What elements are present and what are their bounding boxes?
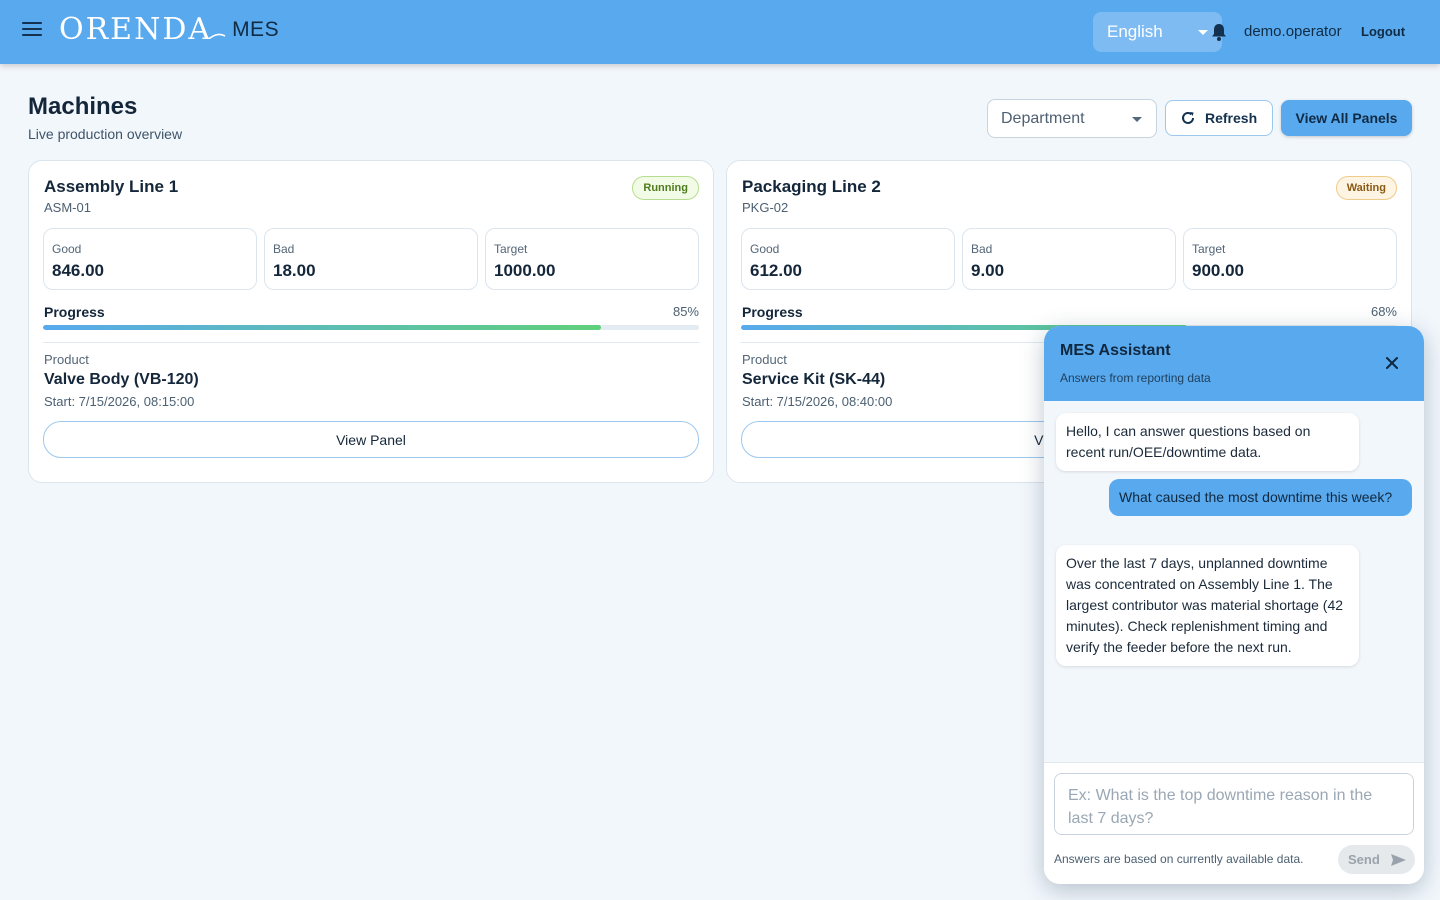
bad-value: 18.00 bbox=[273, 261, 316, 280]
assistant-panel: MES Assistant Answers from reporting dat… bbox=[1044, 326, 1424, 884]
language-value: English bbox=[1107, 22, 1163, 41]
assistant-subtitle: Answers from reporting data bbox=[1060, 371, 1211, 385]
page-title: Machines bbox=[28, 93, 138, 120]
top-app-bar: ORENDA MES English demo.operator Logout bbox=[0, 0, 1440, 64]
chevron-down-icon bbox=[1198, 30, 1208, 35]
close-icon[interactable] bbox=[1384, 355, 1400, 371]
divider bbox=[43, 342, 699, 343]
target-stat: Target 1000.00 bbox=[485, 228, 699, 290]
progress-fill bbox=[43, 325, 601, 330]
bell-icon[interactable] bbox=[1209, 22, 1229, 42]
chevron-down-icon bbox=[1132, 117, 1142, 122]
good-label: Good bbox=[750, 242, 780, 256]
start-time: Start: 7/15/2026, 08:15:00 bbox=[44, 394, 195, 409]
refresh-button[interactable]: Refresh bbox=[1165, 100, 1273, 136]
machine-card: Assembly Line 1 ASM-01 Running Good 846.… bbox=[28, 160, 714, 483]
status-badge: Waiting bbox=[1335, 176, 1397, 200]
progress-percent: 85% bbox=[672, 304, 699, 319]
logout-button[interactable]: Logout bbox=[1361, 24, 1405, 39]
good-stat: Good 612.00 bbox=[741, 228, 955, 290]
chat-composer: Answers are based on currently available… bbox=[1044, 762, 1424, 884]
username: demo.operator bbox=[1244, 23, 1342, 40]
bad-stat: Bad 9.00 bbox=[962, 228, 1176, 290]
menu-icon[interactable] bbox=[22, 22, 42, 42]
target-value: 900.00 bbox=[1192, 261, 1244, 280]
assistant-header: MES Assistant Answers from reporting dat… bbox=[1044, 326, 1424, 401]
send-button[interactable]: Send bbox=[1338, 845, 1415, 874]
product-name: Service Kit (SK-44) bbox=[742, 371, 886, 388]
logo-swoosh-icon bbox=[209, 33, 226, 39]
refresh-icon bbox=[1182, 111, 1194, 124]
bad-label: Bad bbox=[273, 242, 295, 256]
app-logo: ORENDA MES bbox=[59, 12, 279, 47]
good-label: Good bbox=[52, 242, 82, 256]
product-name: Valve Body (VB-120) bbox=[44, 371, 199, 388]
target-label: Target bbox=[1192, 242, 1226, 256]
department-select[interactable]: Department bbox=[987, 99, 1157, 138]
question-input[interactable] bbox=[1054, 773, 1414, 835]
target-stat: Target 900.00 bbox=[1183, 228, 1397, 290]
progress-label: Progress bbox=[44, 304, 105, 320]
assistant-title: MES Assistant bbox=[1060, 342, 1171, 359]
progress-label: Progress bbox=[742, 304, 803, 320]
target-value: 1000.00 bbox=[494, 261, 556, 280]
good-value: 846.00 bbox=[52, 261, 104, 280]
logo-word: ORENDA bbox=[59, 12, 213, 47]
refresh-label: Refresh bbox=[1205, 110, 1258, 126]
assistant-message: Over the last 7 days, unplanned downtime… bbox=[1056, 545, 1359, 666]
status-badge: Running bbox=[632, 176, 699, 200]
disclaimer-text: Answers are based on currently available… bbox=[1054, 852, 1304, 866]
page-subtitle: Live production overview bbox=[28, 126, 183, 142]
start-time: Start: 7/15/2026, 08:40:00 bbox=[742, 394, 893, 409]
machine-code: ASM-01 bbox=[44, 200, 91, 215]
machine-code: PKG-02 bbox=[742, 200, 789, 215]
send-icon bbox=[1390, 853, 1406, 866]
bad-label: Bad bbox=[971, 242, 993, 256]
view-panel-button[interactable]: View Panel bbox=[43, 421, 699, 458]
assistant-message: Hello, I can answer questions based on r… bbox=[1056, 413, 1359, 471]
progress-bar bbox=[43, 325, 699, 330]
machine-name: Packaging Line 2 bbox=[742, 177, 881, 196]
send-label: Send bbox=[1348, 852, 1380, 867]
target-label: Target bbox=[494, 242, 528, 256]
progress-percent: 68% bbox=[1370, 304, 1397, 319]
view-all-panels-button[interactable]: View All Panels bbox=[1281, 100, 1412, 136]
product-label: Product bbox=[742, 352, 787, 367]
user-message: What caused the most downtime this week? bbox=[1109, 479, 1412, 516]
bad-value: 9.00 bbox=[971, 261, 1005, 280]
language-select[interactable]: English bbox=[1093, 12, 1222, 52]
chat-messages: Hello, I can answer questions based on r… bbox=[1044, 401, 1424, 762]
bad-stat: Bad 18.00 bbox=[264, 228, 478, 290]
logo-suffix: MES bbox=[232, 17, 280, 41]
product-label: Product bbox=[44, 352, 89, 367]
department-placeholder: Department bbox=[1001, 109, 1085, 127]
good-value: 612.00 bbox=[750, 261, 802, 280]
good-stat: Good 846.00 bbox=[43, 228, 257, 290]
machine-name: Assembly Line 1 bbox=[44, 177, 179, 196]
